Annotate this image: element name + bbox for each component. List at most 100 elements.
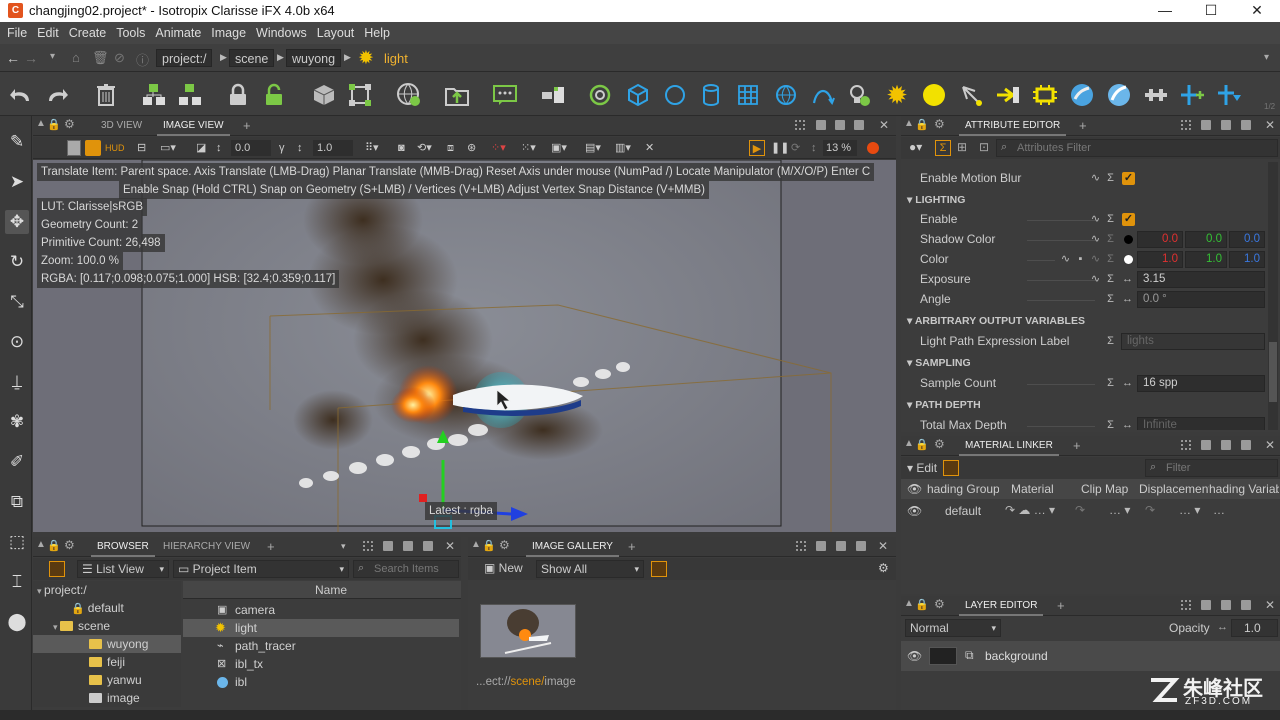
panel-settings-icon[interactable]: ⚙ <box>64 538 75 552</box>
image-viewport[interactable]: Translate Item: Parent space. Axis Trans… <box>33 160 896 532</box>
panel-split-v-icon[interactable] <box>1221 600 1231 610</box>
add-tab-button[interactable]: + <box>622 537 642 557</box>
visibility-eye-icon[interactable]: 👁 <box>907 504 922 518</box>
exposure-field[interactable]: 3.15 <box>1137 271 1265 288</box>
light-path-field[interactable]: lights <box>1121 333 1265 350</box>
zoom-stepper-icon[interactable]: ↕ <box>811 140 817 156</box>
undo-icon[interactable] <box>7 81 35 109</box>
home-icon[interactable]: ⌂ <box>72 50 80 65</box>
panel-split-h-icon[interactable] <box>1201 120 1211 130</box>
rgb-channels-icon[interactable]: ⁘▾ <box>491 140 506 156</box>
stepper-icon[interactable]: ↔ <box>1121 293 1134 306</box>
snap-tool-icon[interactable]: ⬚ <box>5 530 29 554</box>
hud-toggle-icon[interactable]: HUD <box>105 140 125 156</box>
search-items-input[interactable]: ⌕ Search Items <box>353 560 459 578</box>
panel-close-icon[interactable]: ✕ <box>1265 598 1275 612</box>
animate-curve-icon[interactable]: ∿ <box>1089 233 1102 246</box>
panel-grid-icon[interactable] <box>1181 600 1191 610</box>
group-filter-icon[interactable] <box>943 460 959 476</box>
shadow-color-b[interactable]: 0.0 <box>1229 231 1265 248</box>
panel-lock-icon[interactable]: 🔒 <box>915 598 929 611</box>
tab-image-gallery[interactable]: IMAGE GALLERY <box>526 537 619 557</box>
display-icon[interactable]: ▭▾ <box>160 140 176 156</box>
menu-create[interactable]: Create <box>64 22 112 44</box>
refresh-image-icon[interactable]: ⊛ <box>467 140 476 156</box>
panel-menu-icon[interactable]: ▲ <box>904 438 914 449</box>
panel-split-h-icon[interactable] <box>383 541 393 551</box>
menu-edit[interactable]: Edit <box>32 22 64 44</box>
panel-close-icon[interactable]: ✕ <box>1265 438 1275 452</box>
animate-curve-icon[interactable]: ∿ <box>1089 172 1102 185</box>
breadcrumb-current[interactable]: light <box>384 51 408 66</box>
minimize-button[interactable]: — <box>1142 0 1188 22</box>
menu-image[interactable]: Image <box>206 22 251 44</box>
add-tab-button[interactable]: + <box>1067 436 1087 456</box>
trash-icon[interactable] <box>92 81 120 109</box>
breadcrumb-dropdown-icon[interactable]: ▾ <box>1264 52 1269 63</box>
color-swatch[interactable] <box>1124 255 1133 264</box>
list-item-ibl-tx[interactable]: ⊠ ibl_tx <box>183 655 459 673</box>
displacement-link-icon[interactable]: ↷ <box>1145 503 1155 517</box>
tab-browser[interactable]: BROWSER <box>91 537 155 557</box>
globe-refresh-icon[interactable] <box>395 81 423 109</box>
total-max-depth-field[interactable]: Infinite <box>1137 417 1265 430</box>
panel-close-icon[interactable]: ✕ <box>445 539 455 553</box>
record-icon[interactable] <box>867 142 879 154</box>
directional-light-icon[interactable] <box>994 81 1022 109</box>
history-dropdown-icon[interactable]: ▾ <box>50 51 55 62</box>
cube-icon[interactable] <box>624 81 652 109</box>
zoom-field[interactable]: 13 % <box>823 140 857 156</box>
breadcrumb-scene[interactable]: scene <box>229 49 275 67</box>
lock-item-icon[interactable] <box>224 81 252 109</box>
maximize-button[interactable]: ☐ <box>1188 0 1234 22</box>
select-tool-icon[interactable]: ➤ <box>5 170 29 194</box>
layer-row[interactable]: 👁 ⧉ background <box>901 641 1280 671</box>
delete-item-icon[interactable]: 🗑 <box>92 50 109 66</box>
gallery-view-icon[interactable] <box>651 561 667 577</box>
panel-grid-icon[interactable] <box>1181 440 1191 450</box>
variable-more-icon[interactable]: … <box>1213 503 1225 517</box>
material-link-icon[interactable]: ↷ ☁ … ▾ <box>1005 503 1055 517</box>
snapshot-icon[interactable]: ◙ <box>398 140 405 156</box>
texture-link-icon[interactable]: ▪ <box>1074 253 1087 266</box>
compare-icon[interactable]: ⧈ <box>447 140 454 156</box>
panel-lock-icon[interactable]: 🔒 <box>47 118 61 131</box>
panel-grid-icon[interactable] <box>1181 120 1191 130</box>
panel-maximize-icon[interactable] <box>1241 120 1251 130</box>
tree-item-feiji[interactable]: feiji <box>89 653 125 671</box>
panel-maximize-icon[interactable] <box>1241 440 1251 450</box>
add-tab-button[interactable]: + <box>261 537 281 557</box>
panel-split-h-icon[interactable] <box>816 541 826 551</box>
pause-render-icon[interactable]: ❚❚ <box>771 140 789 156</box>
item-filter-select[interactable]: ▭ Project Item ▾ <box>173 560 349 578</box>
enable-checkbox[interactable]: ✓ <box>1122 213 1135 226</box>
color-b[interactable]: 1.0 <box>1229 251 1265 268</box>
spot-light-icon[interactable] <box>957 81 985 109</box>
gamma-stepper-icon[interactable]: ↕ <box>297 140 303 156</box>
stepper-icon[interactable]: ↔ <box>1121 419 1134 430</box>
add-tab-button[interactable]: + <box>237 116 257 136</box>
sigma-icon[interactable]: Σ <box>1104 335 1117 348</box>
displacement-dropdown-icon[interactable]: … ▾ <box>1179 503 1200 517</box>
back-arrow-icon[interactable]: ← <box>6 50 20 66</box>
col-shading-variable[interactable]: hading Variab <box>1209 482 1279 496</box>
panel-split-v-icon[interactable] <box>1221 440 1231 450</box>
comment-icon[interactable] <box>491 81 519 109</box>
section-path-depth[interactable]: ▾ PATH DEPTH <box>907 396 1265 414</box>
tab-layer-editor[interactable]: LAYER EDITOR <box>959 596 1044 616</box>
sigma-icon[interactable]: Σ <box>1104 172 1117 185</box>
panel-grid-icon[interactable] <box>363 541 373 551</box>
list-item-ibl[interactable]: ibl <box>183 673 459 691</box>
panel-maximize-icon[interactable] <box>856 541 866 551</box>
environment-light-icon[interactable] <box>1105 81 1133 109</box>
material-linker-row[interactable]: 👁 default ↷ ☁ … ▾ ↷ … ▾ ↷ … ▾ … <box>901 501 1280 521</box>
section-aov[interactable]: ▾ ARBITRARY OUTPUT VARIABLES <box>907 312 1265 330</box>
globe-icon[interactable] <box>772 81 800 109</box>
pencil-tool-icon[interactable]: ✎ <box>5 130 29 154</box>
col-material[interactable]: Material <box>1011 482 1054 496</box>
forward-arrow-icon[interactable]: → <box>24 50 38 66</box>
color-g[interactable]: 1.0 <box>1185 251 1227 268</box>
sigma-icon[interactable]: Σ <box>1104 419 1117 430</box>
panel-split-v-icon[interactable] <box>835 120 845 130</box>
clipmap-link-icon[interactable]: ↷ <box>1075 503 1085 517</box>
